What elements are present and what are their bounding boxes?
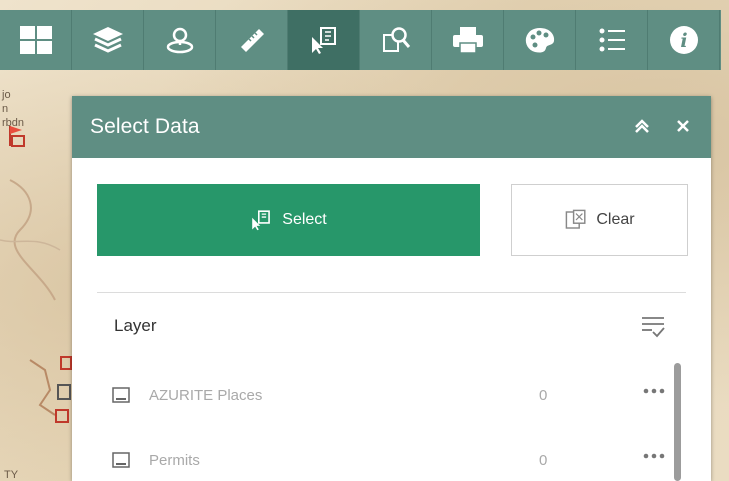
print-icon [452,27,483,54]
panel-header: Select Data [72,96,711,158]
filter-layers-icon[interactable] [640,315,666,339]
query-icon [382,27,410,52]
more-options-icon[interactable] [642,452,666,460]
measure-ruler-icon [240,29,264,52]
query-button[interactable] [360,10,432,70]
location-pin-icon [166,27,193,54]
more-options-icon[interactable] [642,387,666,395]
info-icon: i [669,26,698,54]
layer-checkbox-icon[interactable] [112,452,130,468]
clear-selection-icon [566,209,586,229]
select-button-label: Select [282,211,327,228]
divider [97,292,686,293]
map-feature-icon[interactable] [52,355,72,435]
svg-text:i: i [680,30,687,52]
legend-button[interactable] [576,10,648,70]
layer-count: 0 [539,386,548,404]
layer-checkbox-icon[interactable] [112,387,130,403]
widget-grid-button[interactable] [0,10,72,70]
clear-button[interactable]: Clear [511,184,688,256]
layers-button[interactable] [72,10,144,70]
map-feature-icon[interactable] [6,124,28,148]
collapse-icon[interactable] [633,118,651,134]
measure-button[interactable] [216,10,288,70]
select-data-icon [311,27,336,54]
widget-toolbar: i [0,10,721,70]
select-button[interactable]: Select [97,184,480,256]
widget-grid-icon [19,26,52,54]
layer-name: AZURITE Places [149,386,263,404]
layer-list-scrollbar[interactable] [674,363,681,481]
select-data-panel: Select Data Select Clear Layer AZURITE P… [72,96,711,481]
close-icon[interactable] [675,118,691,134]
basemap-palette-icon [525,28,554,53]
select-data-icon [252,210,271,231]
basemap-button[interactable] [504,10,576,70]
layer-count: 0 [539,451,548,469]
layer-row[interactable]: AZURITE Places 0 [112,380,672,410]
legend-list-icon [599,28,625,52]
panel-title: Select Data [90,115,200,138]
select-data-button[interactable] [288,10,360,70]
location-button[interactable] [144,10,216,70]
clear-button-label: Clear [596,211,635,228]
layers-icon [92,27,123,53]
layer-row[interactable]: Permits 0 [112,445,672,475]
info-button[interactable]: i [648,10,720,70]
layer-heading: Layer [114,316,157,335]
print-button[interactable] [432,10,504,70]
layer-name: Permits [149,451,200,469]
